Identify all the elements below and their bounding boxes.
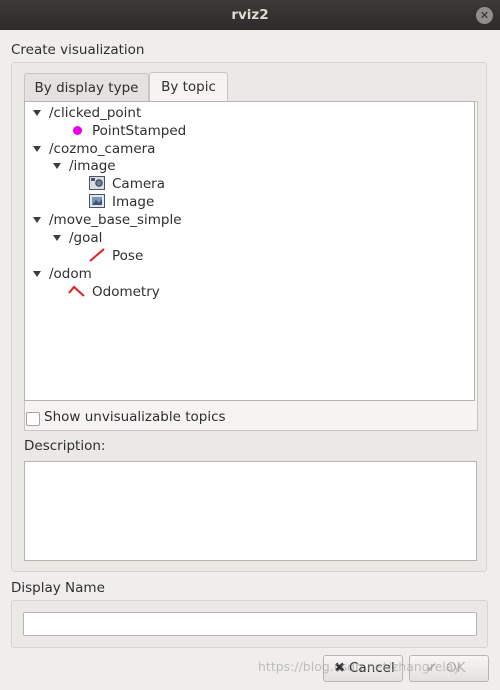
tab-by-topic[interactable]: By topic	[149, 72, 228, 102]
expand-arrow-icon[interactable]	[53, 235, 61, 241]
tab-by-display-type[interactable]: By display type	[24, 73, 149, 101]
point-stamped-icon	[73, 126, 82, 135]
expand-arrow-icon[interactable]	[33, 146, 41, 152]
tree-item-clicked-point[interactable]: /clicked_point	[49, 104, 141, 122]
topic-tree[interactable]: /clicked_point PointStamped /cozmo_camer…	[24, 101, 475, 401]
display-name-label: Display Name	[11, 580, 105, 596]
tree-item-pose[interactable]: Pose	[112, 247, 143, 265]
expand-arrow-icon[interactable]	[33, 217, 41, 223]
tree-item-goal[interactable]: /goal	[69, 229, 102, 247]
show-unvisualizable-checkbox[interactable]	[26, 412, 40, 426]
odometry-icon	[68, 285, 85, 297]
tree-item-point-stamped[interactable]: PointStamped	[92, 122, 186, 140]
show-unvisualizable-label[interactable]: Show unvisualizable topics	[44, 409, 226, 425]
tree-item-camera[interactable]: Camera	[112, 175, 165, 193]
expand-arrow-icon[interactable]	[53, 163, 61, 169]
expand-arrow-icon[interactable]	[33, 271, 41, 277]
window-titlebar: rviz2 ✕	[0, 0, 500, 30]
tree-item-odom[interactable]: /odom	[49, 265, 92, 283]
pose-arrow-icon	[89, 248, 105, 262]
close-icon[interactable]: ✕	[476, 7, 493, 24]
tree-item-image-topic[interactable]: /image	[69, 157, 116, 175]
tree-item-image[interactable]: Image	[112, 193, 154, 211]
window-title: rviz2	[231, 7, 269, 23]
description-label: Description:	[24, 438, 106, 454]
image-icon	[89, 194, 105, 208]
watermark: https://blog.csdn.net/zhangrelay	[258, 659, 461, 674]
tree-item-odometry[interactable]: Odometry	[92, 283, 160, 301]
description-box	[24, 461, 477, 561]
camera-icon	[89, 176, 105, 190]
tree-item-move-base-simple[interactable]: /move_base_simple	[49, 211, 182, 229]
tree-item-cozmo-camera[interactable]: /cozmo_camera	[49, 140, 155, 158]
expand-arrow-icon[interactable]	[33, 110, 41, 116]
display-name-input[interactable]	[23, 612, 477, 636]
create-visualization-label: Create visualization	[11, 42, 145, 58]
